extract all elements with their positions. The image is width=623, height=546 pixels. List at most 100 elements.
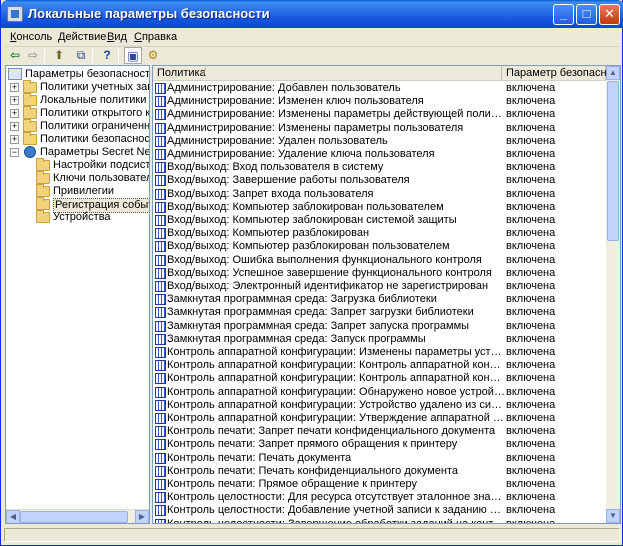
table-row[interactable]: Замкнутая программная среда: Запрет загр… — [153, 306, 606, 319]
table-row[interactable]: Контроль печати: Прямое обращение к прин… — [153, 478, 606, 491]
policy-icon — [155, 162, 166, 174]
expand-icon[interactable]: + — [10, 96, 19, 105]
policy-value: включена — [506, 346, 556, 358]
security-settings-icon — [8, 68, 22, 80]
properties-icon[interactable]: ⚙ — [144, 47, 162, 64]
table-row[interactable]: Администрирование: Изменены параметры де… — [153, 108, 606, 121]
table-row[interactable]: Контроль целостности: Завершение обработ… — [153, 518, 606, 523]
policy-name: Администрирование: Изменен ключ пользова… — [167, 95, 424, 108]
table-row[interactable]: Администрирование: Удаление ключа пользо… — [153, 148, 606, 161]
table-row[interactable]: Контроль аппаратной конфигурации: Измене… — [153, 346, 606, 359]
scroll-down-icon[interactable]: ▼ — [606, 509, 620, 523]
policy-icon — [155, 505, 166, 517]
policy-value: включена — [506, 372, 556, 385]
table-row[interactable]: Вход/выход: Запрет входа пользователя вкл… — [153, 188, 606, 201]
policy-name: Вход/выход: Компьютер разблокирован поль… — [167, 240, 450, 253]
table-row[interactable]: Замкнутая программная среда: Запрет запу… — [153, 320, 606, 333]
folder-icon — [36, 184, 50, 197]
table-row[interactable]: Администрирование: Добавлен пользователь… — [153, 82, 606, 95]
table-row[interactable]: Вход/выход: Компьютер заблокирован польз… — [153, 201, 606, 214]
window-title: Локальные параметры безопасности — [28, 6, 270, 21]
table-row[interactable]: Контроль печати: Запрет прямого обращени… — [153, 438, 606, 451]
table-row[interactable]: Контроль аппаратной конфигурации: Контро… — [153, 372, 606, 385]
menu-help[interactable]: Справка — [134, 31, 177, 43]
export-list-icon[interactable]: ⧉ — [72, 47, 90, 64]
policy-icon — [155, 254, 166, 266]
tree-pane[interactable]: Параметры безопасности + Политики учетны… — [5, 65, 150, 524]
policy-list-pane[interactable]: Политика / Параметр безопасности Админист… — [152, 65, 621, 524]
table-row[interactable]: Вход/выход: Компьютер разблокирован включ… — [153, 227, 606, 240]
table-row[interactable]: Контроль аппаратной конфигурации: Контро… — [153, 359, 606, 372]
menu-action[interactable]: Действие — [58, 31, 106, 43]
policy-icon — [155, 452, 166, 464]
table-row[interactable]: Замкнутая программная среда: Загрузка би… — [153, 293, 606, 306]
policy-name: Вход/выход: Ошибка выполнения функционал… — [167, 253, 482, 266]
policy-icon — [155, 175, 166, 187]
column-header-parameter[interactable]: Параметр безопасности — [502, 66, 620, 81]
expand-icon[interactable]: + — [10, 122, 19, 131]
policy-name: Контроль аппаратной конфигурации: Измене… — [167, 346, 506, 358]
new-window-icon[interactable]: ▣ — [124, 47, 142, 64]
policy-value: включена — [506, 438, 556, 451]
policy-icon — [155, 320, 166, 332]
folder-icon — [23, 93, 37, 106]
maximize-button[interactable]: □ — [576, 4, 597, 25]
scroll-up-icon[interactable]: ▲ — [606, 66, 620, 80]
collapse-icon[interactable]: − — [10, 148, 19, 157]
policy-name: Вход/выход: Успешное завершение функцион… — [167, 266, 492, 279]
expand-icon[interactable]: + — [10, 109, 19, 118]
table-row[interactable]: Контроль печати: Печать конфиденциальног… — [153, 465, 606, 478]
expand-icon[interactable]: + — [10, 83, 19, 92]
table-row[interactable]: Контроль аппаратной конфигурации: Утверж… — [153, 412, 606, 425]
policy-value: включена — [506, 121, 556, 134]
table-row[interactable]: Контроль печати: Печать документа включен… — [153, 452, 606, 465]
forward-arrow-icon[interactable]: ⇨ — [24, 47, 42, 64]
policy-name: Вход/выход: Компьютер заблокирован систе… — [167, 214, 457, 226]
policy-icon — [155, 413, 166, 424]
policy-value: включена — [506, 280, 556, 292]
expand-icon[interactable]: + — [10, 135, 19, 144]
policy-icon — [155, 122, 166, 134]
table-row[interactable]: Вход/выход: Компьютер разблокирован поль… — [153, 240, 606, 253]
scroll-left-icon[interactable]: ◀ — [6, 510, 20, 523]
menu-console[interactable]: Консоль — [10, 31, 52, 43]
policy-value: включена — [506, 108, 556, 121]
table-row[interactable]: Контроль аппаратной конфигурации: Устрой… — [153, 399, 606, 412]
up-folder-icon[interactable]: ⬆ — [50, 47, 68, 64]
title-bar[interactable]: Локальные параметры безопасности _ □ ✕ — [1, 0, 623, 28]
folder-icon — [36, 210, 50, 223]
scroll-thumb[interactable] — [607, 81, 619, 241]
table-row[interactable]: Контроль целостности: Добавление учетной… — [153, 504, 606, 517]
policy-value: включена — [506, 187, 556, 200]
table-row[interactable]: Вход/выход: Завершение работы пользовате… — [153, 174, 606, 187]
help-icon[interactable]: ? — [98, 47, 116, 64]
scroll-right-icon[interactable]: ▶ — [135, 510, 149, 523]
toolbar: ⇦ ⇨ ⬆ ⧉ ? ▣ ⚙ — [4, 47, 620, 65]
back-arrow-icon[interactable]: ⇦ — [6, 47, 24, 64]
table-row[interactable]: Вход/выход: Компьютер заблокирован систе… — [153, 214, 606, 227]
scroll-thumb[interactable] — [20, 511, 128, 523]
table-row[interactable]: Администрирование: Удален пользователь вк… — [153, 135, 606, 148]
list-vertical-scrollbar[interactable]: ▲ ▼ — [606, 66, 620, 523]
table-row[interactable]: Замкнутая программная среда: Запуск прог… — [153, 333, 606, 346]
policy-icon — [155, 149, 166, 160]
column-header-policy[interactable]: Политика / — [153, 66, 502, 81]
secret-net-icon — [24, 146, 36, 158]
table-row[interactable]: Вход/выход: Электронный идентификатор не… — [153, 280, 606, 293]
tree-horizontal-scrollbar[interactable]: ◀ ▶ — [6, 509, 149, 523]
policy-icon — [155, 215, 166, 226]
menu-view[interactable]: Вид — [107, 31, 127, 43]
table-row[interactable]: Вход/выход: Ошибка выполнения функционал… — [153, 254, 606, 267]
minimize-button[interactable]: _ — [553, 4, 574, 25]
policy-name: Вход/выход: Запрет входа пользователя — [167, 187, 374, 200]
table-row[interactable]: Администрирование: Изменены параметры по… — [153, 122, 606, 135]
table-row[interactable]: Вход/выход: Успешное завершение функцион… — [153, 267, 606, 280]
table-row[interactable]: Вход/выход: Вход пользователя в систему в… — [153, 161, 606, 174]
policy-value: включена — [506, 332, 556, 345]
close-button[interactable]: ✕ — [599, 4, 620, 25]
folder-icon — [23, 80, 37, 93]
table-row[interactable]: Контроль аппаратной конфигурации: Обнару… — [153, 386, 606, 399]
table-row[interactable]: Контроль целостности: Для ресурса отсутс… — [153, 491, 606, 504]
table-row[interactable]: Контроль печати: Запрет печати конфиденц… — [153, 425, 606, 438]
table-row[interactable]: Администрирование: Изменен ключ пользова… — [153, 95, 606, 108]
